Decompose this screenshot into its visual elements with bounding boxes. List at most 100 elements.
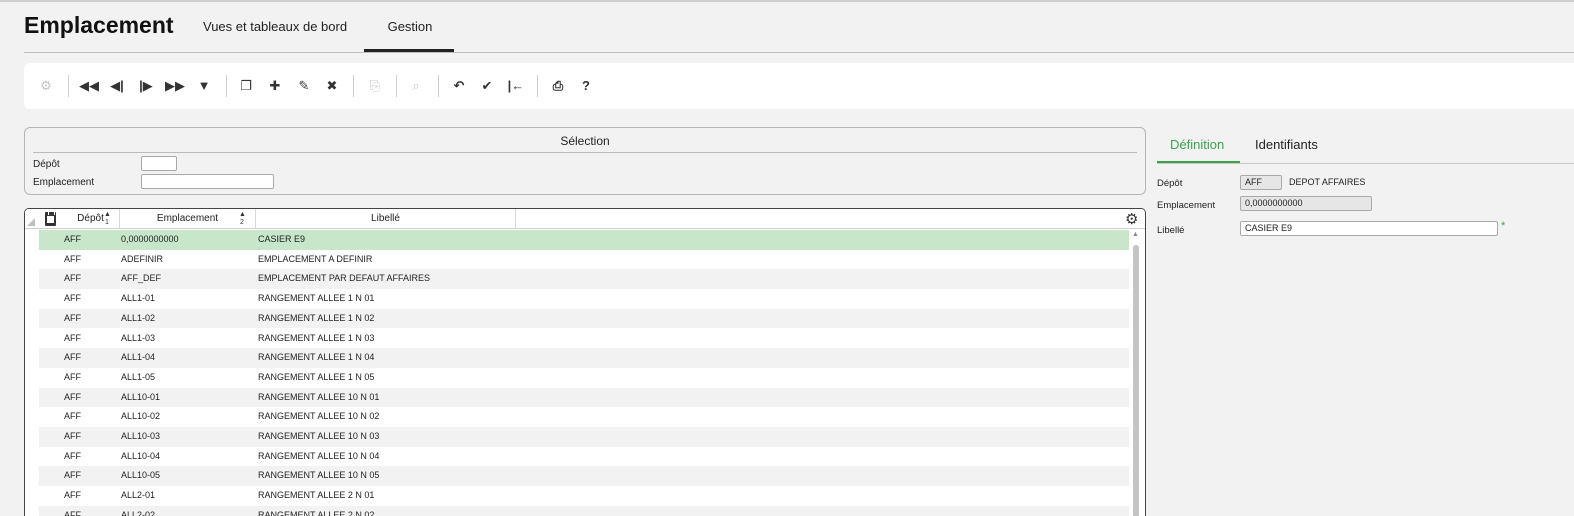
previous-record-icon[interactable]: ◀| bbox=[107, 75, 127, 97]
scroll-thumb[interactable] bbox=[1133, 245, 1139, 516]
table-row[interactable]: AFF ADEFINIR EMPLACEMENT A DEFINIR bbox=[39, 250, 1129, 270]
cell-emplacement: ALL10-03 bbox=[121, 431, 161, 441]
detail-libelle-field[interactable]: CASIER E9 bbox=[1240, 221, 1498, 236]
column-header-label: Dépôt bbox=[77, 213, 104, 224]
toolbar-separator bbox=[353, 75, 354, 97]
emplacement-filter-input[interactable] bbox=[141, 174, 274, 189]
toolbar: ⚙ ◀◀ ◀| |▶ ▶▶ ▼ ❐ ✚ ✎ ✖ ⎘ ⌕ ↶ ✔ |← ⎙ ? bbox=[24, 63, 1574, 109]
page-header: Emplacement Vues et tableaux de bord Ges… bbox=[0, 2, 1574, 54]
back-to-start-icon[interactable]: |← bbox=[506, 75, 526, 97]
cell-emplacement: ALL1-05 bbox=[121, 371, 156, 382]
column-header-libelle[interactable]: Libellé bbox=[256, 209, 516, 229]
table-row[interactable]: AFF ALL1-03 RANGEMENT ALLEE 1 N 03 bbox=[39, 329, 1129, 349]
detail-tabs-divider bbox=[1157, 163, 1574, 164]
first-record-icon[interactable]: ◀◀ bbox=[79, 75, 99, 97]
toolbar-separator bbox=[537, 75, 538, 97]
column-header-label: Libellé bbox=[371, 213, 400, 224]
cell-libelle: EMPLACEMENT PAR DEFAUT AFFAIRES bbox=[258, 273, 431, 284]
cell-depot: AFF bbox=[64, 371, 81, 382]
locations-grid: Dépôt ▲ 1 Emplacement ▲ 2 Libellé ⚙ AFF 0… bbox=[24, 208, 1146, 516]
cell-depot: AFF bbox=[64, 312, 81, 323]
table-row[interactable]: AFF ALL1-04 RANGEMENT ALLEE 1 N 04 bbox=[39, 348, 1129, 368]
print-icon[interactable]: ⎙ bbox=[548, 75, 568, 97]
help-icon[interactable]: ? bbox=[576, 75, 596, 97]
detail-emplacement-label: Emplacement bbox=[1157, 200, 1216, 211]
toolbar-separator bbox=[226, 75, 227, 97]
cell-libelle: RANGEMENT ALLEE 2 N 01 bbox=[258, 490, 375, 501]
cell-depot: AFF bbox=[64, 509, 81, 516]
cell-emplacement: 0,0000000000 bbox=[121, 234, 179, 244]
table-row[interactable]: AFF ALL10-02 RANGEMENT ALLEE 10 N 02 bbox=[39, 407, 1129, 427]
validate-icon[interactable]: ✔ bbox=[477, 75, 497, 97]
grid-header: Dépôt ▲ 1 Emplacement ▲ 2 Libellé ⚙ bbox=[25, 209, 1145, 229]
table-row[interactable]: AFF ALL2-02 RANGEMENT ALLEE 2 N 02 bbox=[39, 505, 1129, 516]
last-record-icon[interactable]: ▶▶ bbox=[165, 75, 185, 97]
cell-libelle: RANGEMENT ALLEE 10 N 02 bbox=[258, 411, 380, 422]
table-row[interactable]: AFF 0,0000000000 CASIER E9 bbox=[39, 230, 1129, 250]
cell-emplacement: ALL10-05 bbox=[121, 470, 161, 481]
cell-emplacement: ALL10-04 bbox=[121, 450, 161, 461]
next-record-icon[interactable]: |▶ bbox=[136, 75, 156, 97]
sort-asc-icon: ▲ bbox=[239, 211, 246, 218]
export-icon[interactable]: ⎘ bbox=[365, 75, 385, 97]
filter-icon[interactable]: ▼ bbox=[194, 75, 214, 97]
depot-label: Dépôt bbox=[33, 159, 60, 170]
tab-identifiants[interactable]: Identifiants bbox=[1255, 137, 1318, 152]
copy-icon[interactable]: ❐ bbox=[236, 75, 256, 97]
tab-views-dashboards[interactable]: Vues et tableaux de bord bbox=[203, 19, 347, 34]
cell-emplacement: ALL1-02 bbox=[121, 312, 156, 323]
cell-emplacement: ADEFINIR bbox=[121, 253, 164, 264]
table-row[interactable]: AFF ALL1-05 RANGEMENT ALLEE 1 N 05 bbox=[39, 368, 1129, 388]
scroll-up-icon[interactable]: ▲ bbox=[1132, 231, 1139, 238]
table-row[interactable]: AFF ALL2-01 RANGEMENT ALLEE 2 N 01 bbox=[39, 486, 1129, 506]
toolbar-separator bbox=[396, 75, 397, 97]
cell-depot: AFF bbox=[64, 411, 81, 422]
tab-definition[interactable]: Définition bbox=[1170, 137, 1224, 152]
selection-divider bbox=[33, 152, 1137, 153]
cell-libelle: EMPLACEMENT A DEFINIR bbox=[258, 253, 373, 264]
cell-libelle: RANGEMENT ALLEE 1 N 03 bbox=[258, 332, 375, 343]
column-header-emplacement[interactable]: Emplacement ▲ 2 bbox=[120, 209, 256, 229]
undo-icon[interactable]: ↶ bbox=[449, 75, 469, 97]
cell-depot: AFF bbox=[64, 490, 81, 501]
toolbar-separator bbox=[68, 75, 69, 97]
gear-icon[interactable]: ⚙ bbox=[1125, 210, 1138, 228]
cell-libelle: RANGEMENT ALLEE 10 N 04 bbox=[258, 450, 380, 461]
cell-libelle: RANGEMENT ALLEE 1 N 04 bbox=[258, 352, 375, 363]
cell-depot: AFF bbox=[64, 332, 81, 343]
column-header-depot[interactable]: Dépôt ▲ 1 bbox=[62, 209, 120, 229]
table-row[interactable]: AFF ALL1-02 RANGEMENT ALLEE 1 N 02 bbox=[39, 308, 1129, 329]
table-row[interactable]: AFF ALL10-03 RANGEMENT ALLEE 10 N 03 bbox=[39, 427, 1129, 447]
cell-emplacement: ALL2-02 bbox=[121, 509, 156, 516]
table-row[interactable]: AFF ALL1-01 RANGEMENT ALLEE 1 N 01 bbox=[39, 289, 1129, 309]
table-row[interactable]: AFF ALL10-05 RANGEMENT ALLEE 10 N 05 bbox=[39, 466, 1129, 487]
add-icon[interactable]: ✚ bbox=[265, 75, 285, 97]
cell-libelle: RANGEMENT ALLEE 1 N 01 bbox=[258, 293, 375, 304]
table-row[interactable]: AFF ALL10-01 RANGEMENT ALLEE 10 N 01 bbox=[39, 387, 1129, 408]
grid-scrollbar[interactable]: ▲ bbox=[1131, 231, 1141, 516]
delete-icon[interactable]: ✖ bbox=[322, 75, 342, 97]
edit-icon[interactable]: ✎ bbox=[294, 75, 314, 97]
cell-libelle: RANGEMENT ALLEE 10 N 05 bbox=[258, 470, 380, 481]
page-title: Emplacement bbox=[24, 12, 174, 38]
cell-depot: AFF bbox=[64, 352, 81, 363]
resize-corner-icon bbox=[27, 218, 35, 226]
cell-emplacement: ALL1-01 bbox=[121, 293, 156, 304]
cell-emplacement: ALL1-04 bbox=[121, 352, 156, 363]
cell-emplacement: ALL1-03 bbox=[121, 332, 156, 343]
cell-depot: AFF bbox=[64, 293, 81, 304]
cell-depot: AFF bbox=[64, 450, 81, 461]
detail-depot-name: DEPOT AFFAIRES bbox=[1289, 177, 1366, 187]
search-icon[interactable]: ⌕ bbox=[406, 75, 426, 97]
table-row[interactable]: AFF AFF_DEF EMPLACEMENT PAR DEFAUT AFFAIRE… bbox=[39, 269, 1129, 290]
clipboard-icon[interactable] bbox=[45, 211, 56, 226]
link-icon[interactable]: ⚙ bbox=[36, 75, 56, 97]
sort-order: 1 bbox=[105, 219, 109, 226]
depot-filter-input[interactable] bbox=[141, 156, 177, 171]
cell-libelle: RANGEMENT ALLEE 2 N 02 bbox=[258, 509, 375, 516]
cell-depot: AFF bbox=[64, 273, 81, 284]
tab-gestion[interactable]: Gestion bbox=[366, 19, 454, 34]
toolbar-separator bbox=[438, 75, 439, 97]
table-row[interactable]: AFF ALL10-04 RANGEMENT ALLEE 10 N 04 bbox=[39, 447, 1129, 467]
column-header-label: Emplacement bbox=[156, 213, 219, 224]
